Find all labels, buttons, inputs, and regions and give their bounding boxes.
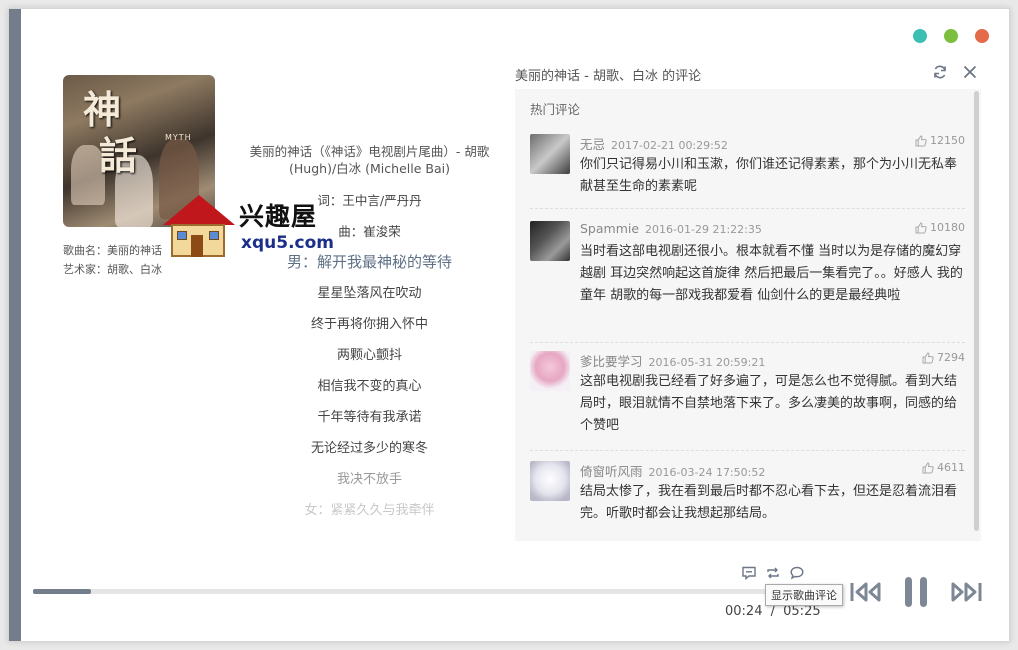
comment-item: 无忌 2017-02-21 00:29:52 12150 你们只记得易小川和玉漱，… [530,134,965,209]
comment-date: 2017-02-21 00:29:52 [611,139,728,152]
song-artist-row: 艺术家：胡歌、白冰 [63,260,162,279]
avatar[interactable] [530,351,570,391]
comments-title: 美丽的神话 - 胡歌、白冰 的评论 [515,69,702,84]
comment-user[interactable]: 爹比要学习 [580,354,643,369]
thumbs-up-icon [915,221,927,233]
mini-toolbar [741,565,805,581]
comment-item: 爹比要学习 2016-05-31 20:59:21 7294 这部电视剧我已经看了… [530,351,965,451]
like-count: 12150 [930,134,965,147]
like-button[interactable]: 12150 [915,134,965,147]
time-separator: / [770,604,775,619]
song-name-row: 歌曲名：美丽的神话 [63,241,162,260]
minimize-button[interactable] [913,29,927,43]
lyric-line: 无论经过多少的寒冬 [310,441,428,456]
lyric-line: 两颗心颤抖 [336,348,402,363]
comment-date: 2016-03-24 17:50:52 [648,466,766,479]
comment-date: 2016-05-31 20:59:21 [648,356,766,369]
cover-subtitle: MYTH [165,133,192,142]
song-name-label: 歌曲名： [63,244,107,257]
repeat-icon[interactable] [765,565,781,581]
avatar[interactable] [530,221,570,261]
window-controls [913,29,989,43]
thumbs-up-icon [922,351,934,363]
left-accent-strip [9,9,21,641]
comment-text: 结局太惨了，我在看到最后时都不忍心看下去，但还是忍着流泪看完。听歌时都会让我想起… [580,484,958,521]
comment-user[interactable]: Spammie [580,221,639,236]
like-button[interactable]: 4611 [922,461,965,474]
comment-item: Spammie 2016-01-29 21:22:35 10180 当时看这部电视… [530,221,965,343]
lyric-line-current: 男：解开我最神秘的等待 [286,253,452,271]
lyrics-header: 美丽的神话（《神话》电视剧片尾曲）- 胡歌(Hugh)/白冰 (Michelle… [249,144,490,176]
comment-icon[interactable] [741,565,757,581]
lyric-line: 我决不放手 [336,472,402,487]
hot-comments-label: 热门评论 [530,102,581,117]
song-name: 美丽的神话 [107,244,162,257]
lyrics-panel: 美丽的神话（《神话》电视剧片尾曲）- 胡歌(Hugh)/白冰 (Michelle… [237,143,502,526]
tooltip: 显示歌曲评论 [765,584,843,606]
comments-scrollbar[interactable] [974,91,979,531]
next-icon [951,582,982,602]
maximize-button[interactable] [944,29,958,43]
previous-button[interactable] [849,579,883,605]
lyric-line: 终于再将你拥入怀中 [310,317,428,332]
lyric-line: 相信我不变的真心 [317,379,422,394]
comments-toolbar [931,63,979,81]
cover-title-char-2: 話 [99,133,138,178]
progress-bar[interactable] [33,589,843,594]
avatar[interactable] [530,134,570,174]
like-button[interactable]: 7294 [922,351,965,364]
comment-user[interactable]: 倚窗听风雨 [580,464,643,479]
chat-bubble-icon[interactable] [789,565,805,581]
like-count: 10180 [930,221,965,234]
comment-text: 你们只记得易小川和玉漱，你们谁还记得素素，那个为小川无私奉献甚至生命的素素呢 [580,157,958,194]
close-comments-icon[interactable] [961,63,979,81]
refresh-icon[interactable] [931,63,949,81]
comments-panel: 热门评论 无忌 2017-02-21 00:29:52 12150 你们只记得易小… [515,89,981,541]
like-count: 4611 [937,461,965,474]
lyric-line: 词：王中言/严丹丹 [317,193,422,208]
comment-text: 这部电视剧我已经看了好多遍了，可是怎么也不觉得腻。看到大结局时，眼泪就情不自禁地… [580,374,958,433]
avatar[interactable] [530,461,570,501]
previous-icon [850,582,881,602]
like-button[interactable]: 10180 [915,221,965,234]
thumbs-up-icon [922,461,934,473]
pause-icon [905,577,927,607]
close-button[interactable] [975,29,989,43]
next-button[interactable] [949,579,983,605]
comment-date: 2016-01-29 21:22:35 [645,223,762,236]
comment-user[interactable]: 无忌 [580,137,605,152]
comment-text: 当时看这部电视剧还很小。根本就看不懂 当时以为是存储的魔幻穿越剧 耳边突然响起这… [580,244,963,303]
progress-fill [33,589,91,594]
app-window: 神 話 MYTH 歌曲名：美丽的神话 艺术家：胡歌、白冰 兴趣屋 xqu5.co… [8,8,1010,642]
song-meta: 歌曲名：美丽的神话 艺术家：胡歌、白冰 [63,241,162,279]
current-time: 00:24 [725,604,763,619]
lyric-line: 女：紧紧久久与我牵伴 [304,503,435,518]
comment-item: 倚窗听风雨 2016-03-24 17:50:52 4611 结局太惨了，我在看到… [530,461,965,541]
time-display: 00:24 / 05:25 [725,604,821,619]
thumbs-up-icon [915,134,927,146]
lyric-line: 星星坠落风在吹动 [317,286,422,301]
song-artist-label: 艺术家： [63,263,107,276]
lyric-line: 曲：崔浚荣 [338,224,401,239]
song-artist: 胡歌、白冰 [107,263,162,276]
pause-button[interactable] [901,575,931,609]
like-count: 7294 [937,351,965,364]
playback-controls [849,575,983,609]
lyric-line: 千年等待有我承诺 [317,410,422,425]
total-time: 05:25 [783,604,821,619]
house-icon [161,191,235,261]
